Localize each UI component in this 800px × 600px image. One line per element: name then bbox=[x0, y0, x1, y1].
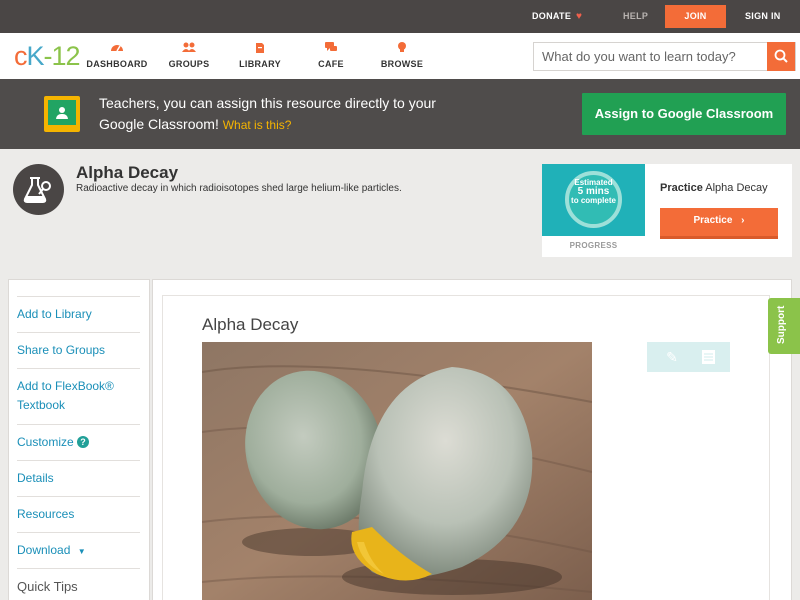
what-is-this-link[interactable]: What is this? bbox=[223, 118, 292, 132]
library-icon bbox=[225, 41, 295, 59]
download-dropdown[interactable]: Download ▼ bbox=[17, 532, 140, 569]
main-nav: cK-12 DASHBOARD GROUPS LIBRARY CAFE BROW… bbox=[0, 33, 800, 79]
support-label: Support bbox=[776, 305, 787, 344]
customize-link[interactable]: Customize ? bbox=[17, 424, 140, 461]
share-to-groups-link[interactable]: Share to Groups bbox=[17, 332, 140, 369]
practice-button[interactable]: Practice › bbox=[660, 208, 778, 239]
dashboard-icon bbox=[82, 41, 152, 59]
nav-groups-label: GROUPS bbox=[168, 59, 210, 69]
sign-in-link[interactable]: SIGN IN bbox=[745, 0, 781, 33]
quick-tips-heading: Quick Tips bbox=[17, 568, 140, 600]
nav-library-label: LIBRARY bbox=[239, 59, 281, 69]
search-box bbox=[533, 42, 796, 71]
nav-dashboard[interactable]: DASHBOARD bbox=[82, 41, 152, 69]
add-to-library-link[interactable]: Add to Library bbox=[17, 296, 140, 333]
groups-icon bbox=[154, 41, 224, 59]
practice-card: Estimated 5 mins to complete PROGRESS Pr… bbox=[542, 164, 792, 257]
resources-link[interactable]: Resources bbox=[17, 496, 140, 533]
nav-cafe-label: CAFE bbox=[318, 59, 344, 69]
concept-title: Alpha Decay bbox=[76, 163, 179, 182]
search-icon bbox=[774, 49, 788, 63]
assign-to-classroom-button[interactable]: Assign to Google Classroom bbox=[582, 93, 786, 135]
notes-icon[interactable] bbox=[693, 342, 723, 372]
resource-sidebar: Add to Library Share to Groups Add to Fl… bbox=[8, 279, 150, 600]
add-to-flexbook-link[interactable]: Add to FlexBook® Textbook bbox=[17, 368, 140, 425]
content-tools: ✎ bbox=[647, 342, 730, 372]
cafe-icon bbox=[296, 41, 366, 59]
nav-dashboard-label: DASHBOARD bbox=[86, 59, 148, 69]
classroom-message: Teachers, you can assign this resource d… bbox=[99, 93, 459, 136]
join-button[interactable]: JOIN bbox=[665, 5, 726, 28]
pencil-icon[interactable]: ✎ bbox=[657, 342, 687, 372]
donate-label: DONATE bbox=[532, 11, 572, 21]
caret-down-icon: ▼ bbox=[77, 547, 86, 556]
concept-description: Radioactive decay in which radioisotopes… bbox=[76, 183, 402, 194]
nav-browse-label: BROWSE bbox=[380, 59, 424, 69]
ck12-logo[interactable]: cK-12 bbox=[14, 41, 81, 72]
practice-estimate-graphic: Estimated 5 mins to complete bbox=[542, 164, 645, 236]
chevron-right-icon: › bbox=[741, 215, 745, 226]
nav-browse[interactable]: BROWSE bbox=[367, 41, 437, 69]
moldy-lemons-photo bbox=[202, 342, 592, 600]
chemistry-flask-icon bbox=[13, 164, 64, 215]
estimate-text: Estimated 5 mins to complete bbox=[571, 178, 616, 205]
donate-link[interactable]: DONATE ♥ bbox=[532, 0, 582, 33]
support-tab[interactable]: Support bbox=[768, 298, 800, 354]
search-button[interactable] bbox=[767, 42, 795, 71]
nav-library[interactable]: LIBRARY bbox=[225, 41, 295, 69]
google-classroom-icon bbox=[44, 96, 80, 132]
nav-groups[interactable]: GROUPS bbox=[154, 41, 224, 69]
help-link[interactable]: HELP bbox=[623, 0, 648, 33]
search-input[interactable] bbox=[534, 43, 769, 70]
practice-title: Practice Alpha Decay bbox=[660, 182, 768, 194]
article-title: Alpha Decay bbox=[202, 315, 299, 334]
nav-cafe[interactable]: CAFE bbox=[296, 41, 366, 69]
details-link[interactable]: Details bbox=[17, 460, 140, 497]
heart-icon: ♥ bbox=[575, 11, 583, 22]
google-classroom-banner: Teachers, you can assign this resource d… bbox=[0, 79, 800, 149]
lightbulb-icon bbox=[367, 41, 437, 59]
progress-label: PROGRESS bbox=[569, 241, 618, 250]
top-bar: DONATE ♥ HELP JOIN SIGN IN bbox=[0, 0, 800, 33]
help-icon[interactable]: ? bbox=[77, 436, 90, 448]
